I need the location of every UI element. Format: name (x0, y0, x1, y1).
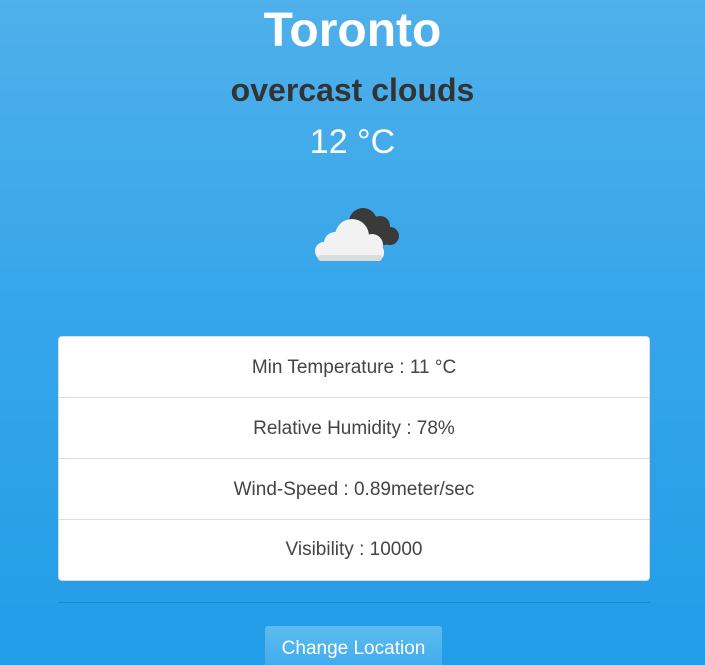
city-name: Toronto (263, 4, 442, 57)
change-location-button[interactable]: Change Location (264, 625, 443, 665)
overcast-clouds-icon (308, 200, 404, 266)
divider (58, 602, 650, 603)
current-temperature: 12 °C (309, 123, 396, 161)
wind-speed-row: Wind-Speed : 0.89meter/sec (59, 459, 649, 520)
weather-details-panel: Min Temperature : 11 °C Relative Humidit… (58, 336, 650, 581)
relative-humidity-row: Relative Humidity : 78% (59, 398, 649, 459)
visibility-row: Visibility : 10000 (285, 539, 423, 560)
weather-description: overcast clouds (230, 72, 475, 108)
min-temperature-row: Min Temperature : 11 °C (59, 337, 649, 398)
